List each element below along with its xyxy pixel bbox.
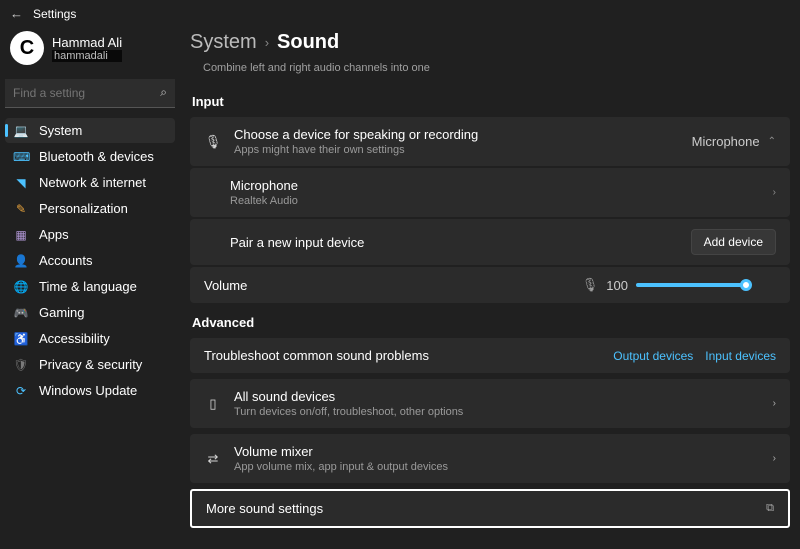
- sidebar-item-accounts[interactable]: 👤 Accounts: [5, 248, 175, 273]
- row-title: More sound settings: [206, 501, 754, 516]
- microphone-icon: 🎙: [582, 277, 599, 293]
- sidebar-item-network[interactable]: ◥ Network & internet: [5, 170, 175, 195]
- chevron-right-icon: ›: [773, 453, 776, 464]
- search-input[interactable]: [5, 79, 175, 108]
- input-device-microphone-row[interactable]: Microphone Realtek Audio ›: [190, 168, 790, 217]
- choose-input-device-row[interactable]: 🎙 Choose a device for speaking or record…: [190, 117, 790, 166]
- sidebar-item-label: Gaming: [39, 305, 85, 320]
- row-title: Microphone: [230, 178, 761, 193]
- row-desc: Turn devices on/off, troubleshoot, other…: [234, 406, 761, 418]
- sidebar-item-system[interactable]: 💻 System: [5, 118, 175, 143]
- microphone-icon: 🎙: [204, 134, 222, 150]
- shield-icon: 🛡: [13, 358, 29, 372]
- add-device-button[interactable]: Add device: [691, 229, 776, 255]
- window-title: Settings: [33, 7, 76, 21]
- section-input-heading: Input: [192, 94, 790, 109]
- profile-block[interactable]: C Hammad Ali hammadali: [5, 27, 175, 75]
- mono-caption: Combine left and right audio channels in…: [190, 62, 790, 74]
- sidebar-item-gaming[interactable]: 🎮 Gaming: [5, 300, 175, 325]
- external-link-icon: ⧉: [766, 502, 774, 515]
- chevron-right-icon: ›: [773, 187, 776, 198]
- volume-label: Volume: [204, 278, 570, 293]
- row-desc: App volume mix, app input & output devic…: [234, 461, 761, 473]
- breadcrumb: System › Sound: [190, 31, 790, 54]
- sidebar-item-label: Accounts: [39, 253, 92, 268]
- devices-icon: ▯: [204, 396, 222, 412]
- input-selected-value: Microphone: [692, 134, 760, 149]
- sidebar-item-time[interactable]: 🌐 Time & language: [5, 274, 175, 299]
- section-advanced-heading: Advanced: [192, 315, 790, 330]
- sidebar-item-apps[interactable]: ▦ Apps: [5, 222, 175, 247]
- sidebar-item-label: Network & internet: [39, 175, 146, 190]
- troubleshoot-row: Troubleshoot common sound problems Outpu…: [190, 338, 790, 373]
- sidebar-item-label: Time & language: [39, 279, 137, 294]
- search-icon: ⌕: [160, 85, 167, 100]
- breadcrumb-current: Sound: [277, 31, 339, 54]
- sidebar-item-bluetooth[interactable]: ⌨ Bluetooth & devices: [5, 144, 175, 169]
- globe-icon: 🌐: [13, 280, 29, 294]
- update-icon: ⟳: [13, 384, 29, 398]
- sidebar-item-label: Bluetooth & devices: [39, 149, 154, 164]
- sidebar-item-accessibility[interactable]: ♿ Accessibility: [5, 326, 175, 351]
- volume-slider[interactable]: [636, 283, 776, 287]
- person-icon: 👤: [13, 254, 29, 268]
- profile-username: hammadali: [52, 50, 122, 62]
- profile-name: Hammad Ali: [52, 35, 122, 50]
- main-content: System › Sound Combine left and right au…: [180, 27, 800, 549]
- apps-icon: ▦: [13, 228, 29, 242]
- all-sound-devices-row[interactable]: ▯ All sound devices Turn devices on/off,…: [190, 379, 790, 428]
- brush-icon: ✎: [13, 202, 29, 216]
- breadcrumb-parent[interactable]: System: [190, 31, 257, 54]
- sidebar-item-label: Apps: [39, 227, 69, 242]
- input-devices-link[interactable]: Input devices: [705, 349, 776, 363]
- volume-value: 100: [606, 278, 628, 293]
- bluetooth-icon: ⌨: [13, 150, 29, 164]
- row-title: Choose a device for speaking or recordin…: [234, 127, 680, 142]
- back-icon[interactable]: ←: [10, 6, 23, 21]
- wifi-icon: ◥: [13, 176, 29, 190]
- sidebar-item-label: Privacy & security: [39, 357, 142, 372]
- sidebar: C Hammad Ali hammadali ⌕ 💻 System ⌨ Blueto…: [0, 27, 180, 549]
- search-wrapper: ⌕: [5, 79, 175, 108]
- sidebar-item-label: System: [39, 123, 82, 138]
- more-sound-settings-row[interactable]: More sound settings ⧉: [190, 489, 790, 528]
- output-devices-link[interactable]: Output devices: [613, 349, 693, 363]
- pair-input-device-row: Pair a new input device Add device: [190, 219, 790, 265]
- input-volume-row: Volume 🎙 100: [190, 267, 790, 303]
- row-title: Troubleshoot common sound problems: [204, 348, 601, 363]
- sidebar-item-update[interactable]: ⟳ Windows Update: [5, 378, 175, 403]
- sidebar-item-privacy[interactable]: 🛡 Privacy & security: [5, 352, 175, 377]
- chevron-up-icon: ⌃: [768, 136, 776, 147]
- system-icon: 💻: [13, 124, 29, 138]
- accessibility-icon: ♿: [13, 332, 29, 346]
- mixer-icon: ⇄: [204, 451, 222, 467]
- row-title: All sound devices: [234, 389, 761, 404]
- row-title: Volume mixer: [234, 444, 761, 459]
- sidebar-item-label: Accessibility: [39, 331, 110, 346]
- chevron-right-icon: ›: [773, 398, 776, 409]
- avatar: C: [10, 31, 44, 65]
- row-desc: Realtek Audio: [230, 195, 761, 207]
- row-desc: Apps might have their own settings: [234, 144, 680, 156]
- sidebar-item-label: Windows Update: [39, 383, 137, 398]
- row-title: Pair a new input device: [230, 235, 679, 250]
- gamepad-icon: 🎮: [13, 306, 29, 320]
- sidebar-item-label: Personalization: [39, 201, 128, 216]
- chevron-right-icon: ›: [265, 35, 269, 50]
- sidebar-item-personalization[interactable]: ✎ Personalization: [5, 196, 175, 221]
- volume-mixer-row[interactable]: ⇄ Volume mixer App volume mix, app input…: [190, 434, 790, 483]
